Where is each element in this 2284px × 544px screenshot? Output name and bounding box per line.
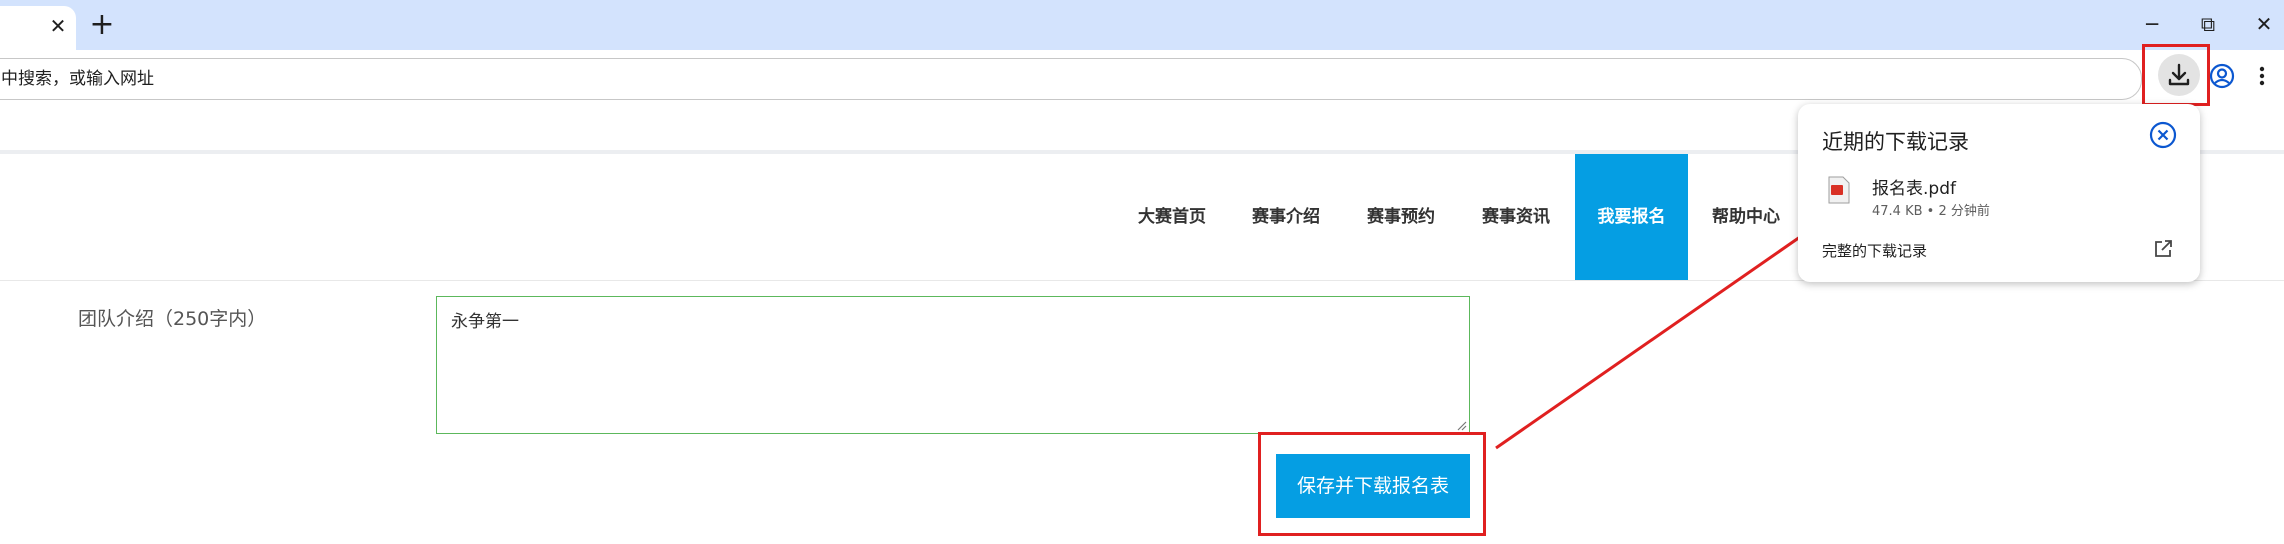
open-external-icon[interactable]	[2152, 238, 2174, 260]
downloads-bubble: 近期的下载记录 报名表.pdf 47.4 KB • 2 分钟前 完整的下载记录	[1798, 104, 2200, 282]
pdf-file-icon	[1828, 176, 1850, 204]
download-file-name[interactable]: 报名表.pdf	[1872, 174, 1956, 199]
download-file-meta: 47.4 KB • 2 分钟前	[1872, 204, 1990, 219]
close-circle-icon[interactable]	[2148, 120, 2178, 150]
downloads-title: 近期的下载记录	[1822, 130, 1969, 154]
full-download-history-link[interactable]: 完整的下载记录	[1822, 240, 1927, 261]
